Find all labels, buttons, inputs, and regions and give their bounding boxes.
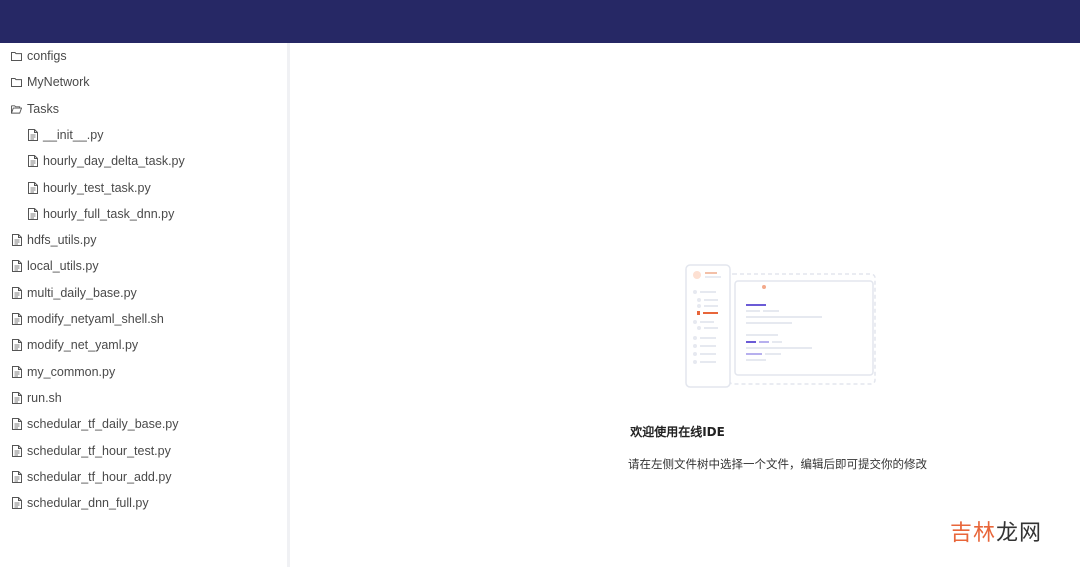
file-tree-item-label: __init__.py	[43, 127, 104, 142]
welcome-title-row: 欢迎使用在线IDE	[0, 423, 1080, 440]
site-watermark: 吉林龙网	[950, 515, 1042, 547]
file-icon	[11, 497, 22, 510]
file-tree-item[interactable]: multi_daily_base.py	[11, 283, 137, 303]
watermark-part-a: 吉林	[949, 521, 996, 546]
file-tree-item-label: local_utils.py	[27, 259, 99, 274]
file-icon	[11, 286, 22, 299]
file-tree-item-label: run.sh	[27, 390, 62, 405]
file-icon	[27, 128, 38, 141]
file-tree-item[interactable]: modify_netyaml_shell.sh	[11, 309, 164, 329]
file-tree-item-label: schedular_dnn_full.py	[27, 496, 149, 511]
file-tree-item[interactable]: local_utils.py	[11, 256, 99, 276]
top-bar	[0, 0, 1080, 43]
file-tree-item-label: configs	[27, 49, 67, 63]
file-tree-item[interactable]: hourly_full_task_dnn.py	[27, 204, 174, 224]
file-tree-item[interactable]: run.sh	[11, 388, 62, 408]
file-tree-item[interactable]: configs	[11, 46, 67, 66]
file-tree-item-label: hourly_full_task_dnn.py	[43, 206, 175, 221]
file-icon	[27, 207, 38, 220]
file-icon	[11, 234, 22, 247]
file-icon	[11, 444, 22, 457]
file-tree-item[interactable]: hdfs_utils.py	[11, 230, 96, 250]
file-tree-item-label: modify_netyaml_shell.sh	[27, 312, 164, 326]
file-tree-item-label: my_common.py	[27, 364, 116, 379]
empty-state-illustration	[685, 264, 876, 388]
file-icon	[11, 339, 22, 352]
file-icon	[27, 155, 38, 168]
file-tree-item[interactable]: Tasks	[11, 99, 59, 119]
file-icon	[27, 181, 38, 194]
file-icon	[11, 313, 22, 325]
folder-icon	[11, 50, 22, 62]
file-icon	[11, 391, 22, 404]
welcome-hint: 请在左侧文件树中选择一个文件，编辑后即可提交你的修改	[628, 457, 927, 471]
file-tree-item[interactable]: MyNetwork	[11, 72, 90, 92]
file-tree-item[interactable]: hourly_test_task.py	[27, 178, 151, 198]
file-tree-item[interactable]: hourly_day_delta_task.py	[27, 151, 185, 171]
file-icon	[11, 260, 22, 273]
file-tree-item[interactable]: modify_net_yaml.py	[11, 335, 138, 355]
file-icon	[11, 365, 22, 378]
file-tree-item[interactable]: __init__.py	[27, 125, 103, 145]
file-tree-item-label: modify_net_yaml.py	[27, 338, 139, 353]
file-tree-item[interactable]: schedular_dnn_full.py	[11, 493, 149, 513]
file-tree-item-label: Tasks	[27, 101, 59, 116]
file-tree-item[interactable]: my_common.py	[11, 362, 115, 382]
file-tree-item-label: hdfs_utils.py	[27, 233, 97, 248]
folder-icon	[11, 76, 22, 88]
file-tree-item-label: multi_daily_base.py	[27, 285, 137, 300]
file-tree-item-label: hourly_day_delta_task.py	[43, 154, 185, 169]
welcome-title: 欢迎使用在线IDE	[630, 425, 725, 439]
watermark-part-b: 龙网	[995, 521, 1042, 546]
file-icon	[11, 470, 22, 483]
welcome-hint-row: 请在左侧文件树中选择一个文件，编辑后即可提交你的修改	[0, 456, 1080, 472]
file-tree-item-label: MyNetwork	[27, 75, 90, 90]
file-tree-item-label: hourly_test_task.py	[43, 180, 151, 195]
file-tree-sidebar: configs MyNetwork Tasks __init__.py hourly_d…	[0, 43, 287, 567]
folder-open-icon	[11, 103, 22, 115]
